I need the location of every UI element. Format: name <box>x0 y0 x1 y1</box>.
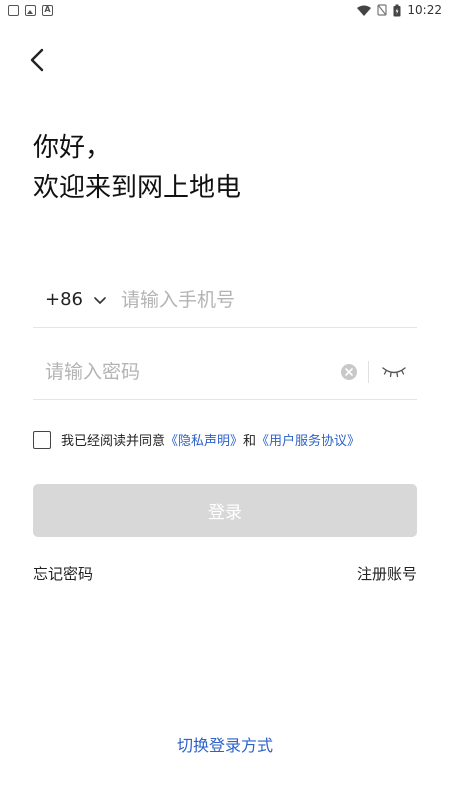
status-left: A <box>8 4 53 16</box>
agreement-checkbox[interactable] <box>33 430 51 449</box>
service-agreement-link[interactable]: 《用户服务协议》 <box>256 430 360 449</box>
wifi-icon <box>357 5 372 16</box>
privacy-link[interactable]: 《隐私声明》 <box>165 430 243 449</box>
bottom-links: 忘记密码 注册账号 <box>33 563 417 584</box>
greeting: 你好， 欢迎来到网上地电 <box>33 128 241 208</box>
font-icon: A <box>42 4 53 16</box>
battery-icon <box>393 4 401 16</box>
eye-closed-icon[interactable] <box>381 365 407 379</box>
switch-login-method-link[interactable]: 切换登录方式 <box>0 732 450 756</box>
divider <box>368 360 369 383</box>
country-code-selector[interactable]: +86 <box>45 289 121 310</box>
status-right: 10:22 <box>357 3 442 17</box>
chevron-down-icon <box>94 296 106 304</box>
register-link[interactable]: 注册账号 <box>357 563 417 584</box>
phone-input[interactable] <box>121 288 417 311</box>
agreement-prefix: 我已经阅读并同意 <box>61 434 166 449</box>
password-row <box>33 344 417 400</box>
back-icon[interactable] <box>22 44 54 76</box>
agreement-and: 和 <box>243 434 257 449</box>
agreement-row: 我已经阅读并同意 《隐私声明》 和 《用户服务协议》 <box>33 430 360 449</box>
clear-icon[interactable] <box>340 363 358 381</box>
image-icon <box>25 4 36 16</box>
greeting-line-1: 你好， <box>33 133 112 163</box>
phone-row: +86 <box>33 272 417 328</box>
password-input[interactable] <box>33 360 340 383</box>
status-bar: A 10:22 <box>0 0 450 20</box>
forgot-password-link[interactable]: 忘记密码 <box>33 563 93 584</box>
no-sim-icon <box>377 4 388 16</box>
country-code-label: +86 <box>45 289 83 310</box>
login-button[interactable]: 登录 <box>33 484 417 537</box>
notification-icon <box>8 4 19 16</box>
status-time: 10:22 <box>407 3 442 17</box>
greeting-line-2: 欢迎来到网上地电 <box>33 173 242 203</box>
